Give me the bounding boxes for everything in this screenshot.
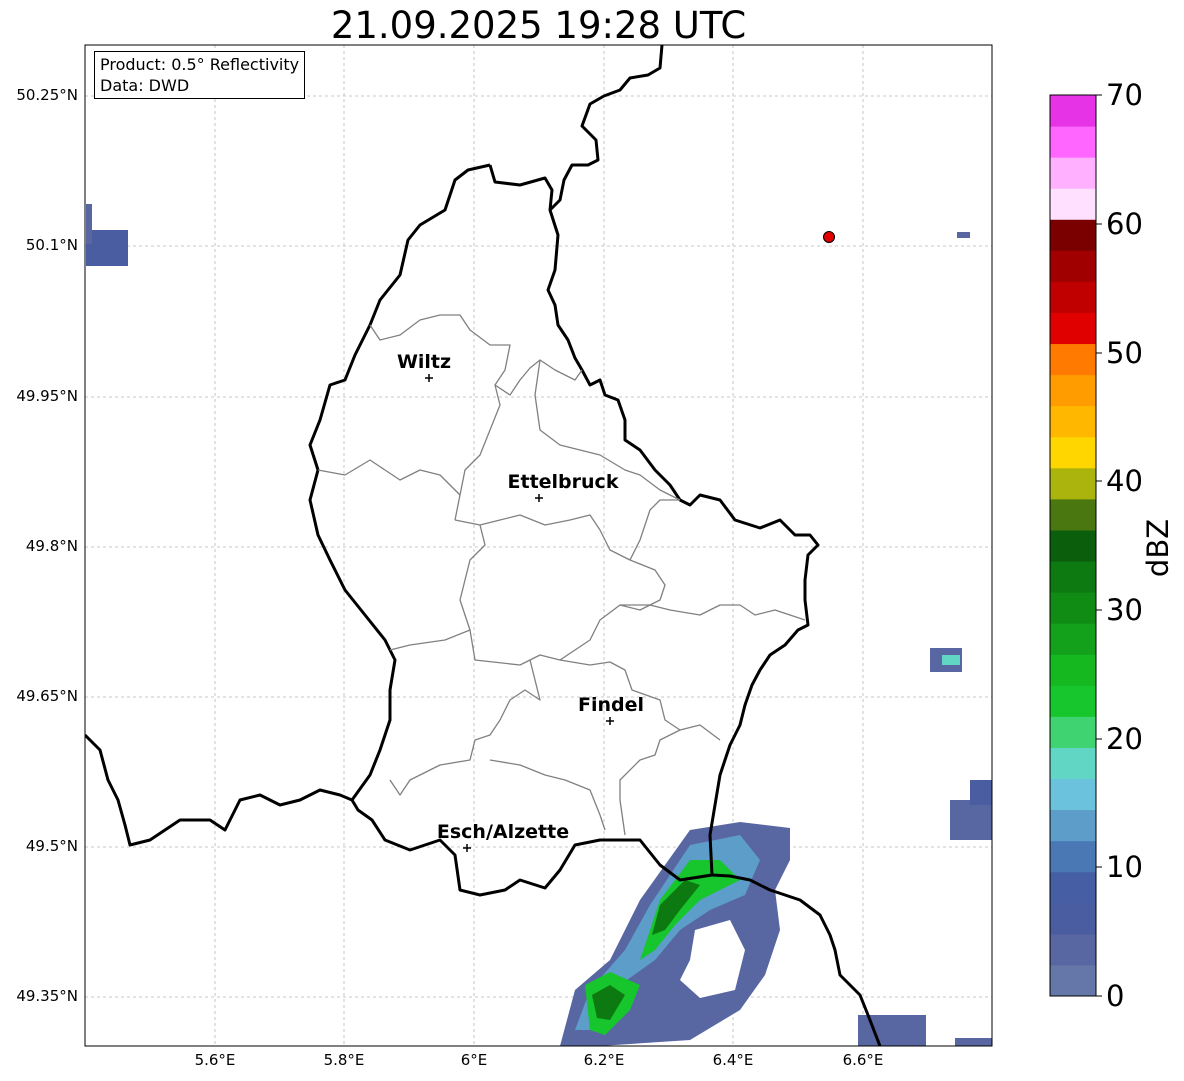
echo-ne-small: [957, 232, 970, 238]
colorbar-segment: [1050, 902, 1096, 935]
colorbar-segment: [1050, 561, 1096, 593]
colorbar-segment: [1050, 871, 1096, 904]
info-box: Product: 0.5° Reflectivity Data: DWD: [94, 51, 306, 99]
city-markers: Wiltz Ettelbruck Findel Esch/Alzette: [397, 351, 644, 852]
colorbar-segment: [1050, 778, 1096, 811]
canton-borders: [317, 314, 806, 836]
lon-label: 6°E: [460, 1051, 488, 1069]
colorbar-segment: [1050, 126, 1096, 158]
city-label: Findel: [578, 694, 644, 716]
radar-map: Wiltz Ettelbruck Findel Esch/Alzette: [84, 44, 1102, 1047]
colorbar-segment: [1050, 343, 1096, 376]
colorbar-segment: [1050, 809, 1096, 842]
lat-label: 49.35°N: [16, 987, 78, 1005]
radar-site-marker: [823, 231, 835, 243]
colorbar-segment: [1050, 685, 1096, 717]
colorbar-segment: [1050, 157, 1096, 189]
colorbar-ticks: [1096, 94, 1102, 997]
lat-label: 49.5°N: [25, 837, 78, 855]
city-label: Ettelbruck: [508, 471, 619, 493]
colorbar-segment: [1050, 312, 1096, 345]
colorbar-segment: [1050, 405, 1096, 438]
echo-southeast: [950, 800, 992, 840]
lon-label: 6.6°E: [842, 1051, 884, 1069]
colorbar-segment: [1050, 840, 1096, 873]
lon-label: 5.8°E: [323, 1051, 365, 1069]
product-label: Product: 0.5° Reflectivity: [100, 55, 300, 74]
city-ettelbruck: Ettelbruck: [508, 471, 619, 502]
colorbar-tick-label: 10: [1106, 850, 1143, 884]
colorbar: [1050, 95, 1096, 997]
radar-echoes: [86, 204, 992, 1046]
colorbar-tick-label: 50: [1106, 336, 1143, 370]
colorbar-segment: [1050, 592, 1096, 624]
colorbar-segment: [1050, 529, 1096, 562]
colorbar-tick-label: 60: [1106, 207, 1143, 241]
lon-label: 6.2°E: [583, 1051, 625, 1069]
france-belgium-border: [85, 733, 353, 847]
colorbar-segment: [1050, 716, 1096, 748]
colorbar-segment: [1050, 374, 1096, 407]
colorbar-segment: [1050, 964, 1096, 997]
echo-west: [86, 230, 128, 266]
city-wiltz: Wiltz: [397, 351, 451, 382]
colorbar-label: dBZ: [1141, 518, 1175, 578]
colorbar-segment: [1050, 95, 1096, 127]
colorbar-segment: [1050, 498, 1096, 531]
colorbar-tick-label: 30: [1106, 593, 1143, 627]
lat-label: 49.95°N: [16, 387, 78, 405]
data-source-label: Data: DWD: [100, 76, 190, 95]
city-findel: Findel: [578, 694, 644, 725]
colorbar-segment: [1050, 933, 1096, 966]
lat-label: 49.65°N: [16, 687, 78, 705]
colorbar-segment: [1050, 188, 1096, 220]
lat-label: 49.8°N: [25, 537, 78, 555]
colorbar-tick-label: 20: [1106, 722, 1143, 756]
echo-west: [86, 204, 92, 244]
colorbar-tick-label: 40: [1106, 464, 1143, 498]
colorbar-tick-label: 0: [1106, 979, 1125, 1013]
map-title: 21.09.2025 19:28 UTC: [330, 4, 747, 47]
colorbar-segment: [1050, 747, 1096, 780]
gridlines: [85, 45, 992, 1046]
echo-east-small: [942, 655, 960, 665]
colorbar-tick-label: 70: [1106, 78, 1143, 112]
colorbar-segment: [1050, 467, 1096, 500]
lat-label: 50.25°N: [16, 86, 78, 104]
lon-label: 5.6°E: [194, 1051, 236, 1069]
colorbar-segment: [1050, 623, 1096, 655]
echo-southeast: [955, 1038, 992, 1046]
city-label: Esch/Alzette: [437, 821, 569, 843]
luxembourg-west-border: [308, 163, 713, 897]
colorbar-segment: [1050, 219, 1096, 251]
colorbar-segment: [1050, 654, 1096, 686]
city-label: Wiltz: [397, 351, 451, 373]
colorbar-segment: [1050, 281, 1096, 313]
lon-label: 6.4°E: [712, 1051, 754, 1069]
map-frame: [84, 44, 993, 1047]
lat-label: 50.1°N: [25, 236, 78, 254]
luxembourg-north-border: [488, 164, 554, 211]
colorbar-segment: [1050, 436, 1096, 469]
colorbar-segment: [1050, 250, 1096, 282]
echo-southeast: [970, 780, 992, 805]
